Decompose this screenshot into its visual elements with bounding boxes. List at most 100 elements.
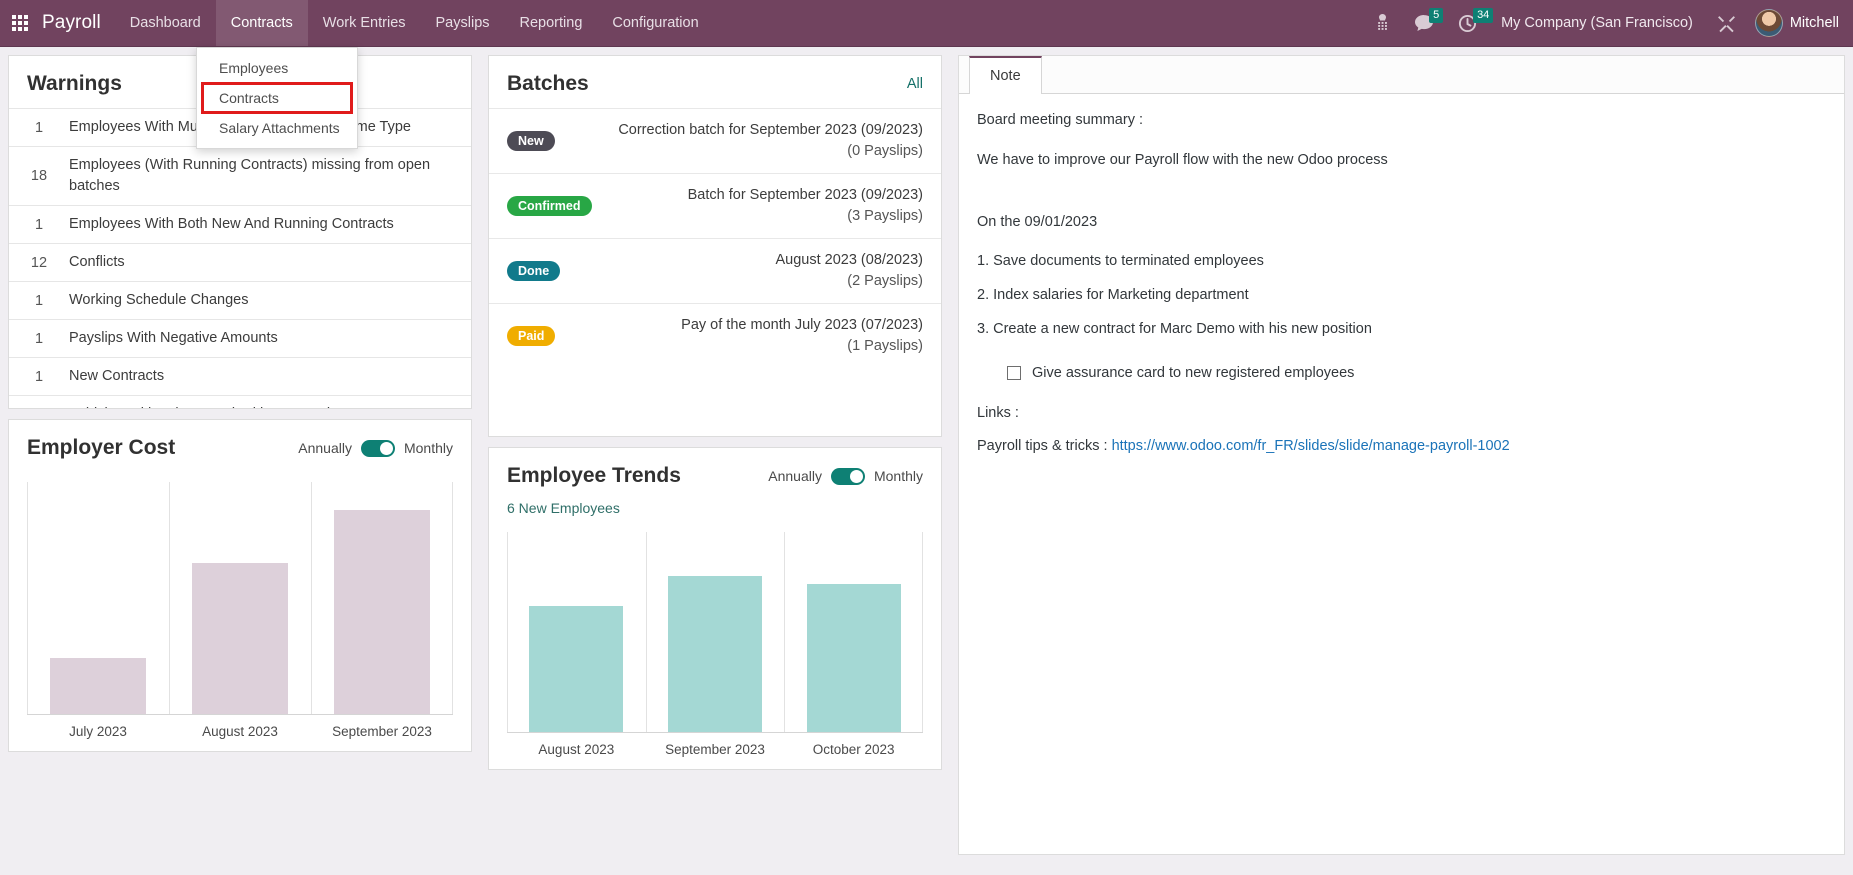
- batch-payslips: (3 Payslips): [847, 208, 923, 225]
- warning-row[interactable]: 1 New Contracts: [9, 357, 471, 395]
- board-column-middle: Batches All New Correction batch for Sep…: [480, 55, 950, 780]
- company-selector[interactable]: My Company (San Francisco): [1490, 15, 1704, 31]
- messages-badge: 5: [1429, 8, 1444, 23]
- employer-cost-card: Employer Cost Annually Monthly July 2023…: [8, 419, 472, 752]
- warning-count: 12: [30, 254, 48, 271]
- employer-cost-chart: [27, 482, 453, 714]
- new-employees-stat[interactable]: 6 New Employees: [489, 500, 941, 522]
- note-heading: Board meeting summary :: [977, 112, 1144, 128]
- app-brand[interactable]: Payroll: [40, 12, 115, 34]
- tab-note[interactable]: Note: [969, 56, 1042, 94]
- dropdown-item-salary-attachments[interactable]: Salary Attachments: [197, 114, 357, 142]
- chart-column[interactable]: [311, 482, 453, 714]
- x-tick-label: September 2023: [332, 724, 432, 739]
- assurance-card-checkbox-row[interactable]: Give assurance card to new registered em…: [1007, 365, 1826, 381]
- nav-item-reporting[interactable]: Reporting: [505, 0, 598, 46]
- note-item: 2. Index salaries for Marketing departme…: [977, 287, 1249, 303]
- phone-icon[interactable]: [1364, 0, 1401, 46]
- chart-column[interactable]: [169, 482, 311, 714]
- warning-row[interactable]: 2 Vehicles With Drivers And Without Runn…: [9, 395, 471, 408]
- toggle-label-annually: Annually: [768, 468, 822, 485]
- note-card: Note Board meeting summary : We have to …: [958, 55, 1845, 855]
- nav-item-dashboard[interactable]: Dashboard: [115, 0, 216, 46]
- nav-item-payslips[interactable]: Payslips: [421, 0, 505, 46]
- batch-row[interactable]: New Correction batch for September 2023 …: [489, 108, 941, 173]
- batch-info: Batch for September 2023 (09/2023) (3 Pa…: [688, 185, 923, 227]
- chart-bar[interactable]: [191, 563, 289, 714]
- chart-bar[interactable]: [529, 606, 624, 733]
- batch-info: Correction batch for September 2023 (09/…: [618, 120, 923, 162]
- user-menu[interactable]: Mitchell: [1749, 9, 1849, 37]
- warning-label: Conflicts: [69, 254, 125, 271]
- chat-bubble-icon[interactable]: 5: [1403, 0, 1445, 46]
- dropdown-item-contracts[interactable]: Contracts: [201, 82, 353, 114]
- note-body[interactable]: Board meeting summary : We have to impro…: [959, 94, 1844, 492]
- dashboard-board: Warnings 1 Employees With Multiple Paysl…: [0, 47, 1853, 875]
- employee-trends-chart: [507, 532, 923, 733]
- warning-row[interactable]: 1 Payslips With Negative Amounts: [9, 319, 471, 357]
- employer-cost-header: Employer Cost Annually Monthly: [9, 420, 471, 472]
- apps-grid-icon[interactable]: [0, 0, 40, 46]
- navbar-right: 5 34 My Company (San Francisco) Mitchell: [1364, 0, 1853, 46]
- x-tick-label: September 2023: [665, 742, 765, 758]
- x-tick-label: August 2023: [202, 724, 278, 739]
- nav-item-configuration[interactable]: Configuration: [597, 0, 713, 46]
- toggle-label-annually: Annually: [298, 440, 352, 456]
- warning-row[interactable]: 12 Conflicts: [9, 243, 471, 281]
- chart-column[interactable]: [507, 532, 646, 733]
- batch-payslips: (2 Payslips): [847, 273, 923, 290]
- warning-count: 1: [34, 330, 44, 347]
- board-column-left: Warnings 1 Employees With Multiple Paysl…: [0, 55, 480, 762]
- toggle-label-monthly: Monthly: [403, 440, 453, 456]
- employee-trends-title: Employee Trends: [507, 464, 681, 488]
- note-links-label: Links :: [977, 404, 1019, 421]
- warning-row[interactable]: 18 Employees (With Running Contracts) mi…: [9, 146, 471, 205]
- warnings-scroll-area[interactable]: 1 Employees With Multiple Payslips Of Th…: [9, 108, 471, 408]
- batch-row[interactable]: Paid Pay of the month July 2023 (07/2023…: [489, 303, 941, 368]
- clock-icon[interactable]: 34: [1447, 0, 1494, 46]
- batch-payslips: (1 Payslips): [847, 338, 923, 355]
- chart-column[interactable]: [27, 482, 169, 714]
- employer-cost-period-toggle[interactable]: Annually Monthly: [298, 439, 453, 457]
- batch-row[interactable]: Confirmed Batch for September 2023 (09/2…: [489, 173, 941, 238]
- checkbox-icon[interactable]: [1007, 365, 1021, 380]
- chart-bar[interactable]: [333, 509, 431, 714]
- period-switch[interactable]: [830, 467, 865, 485]
- batch-name: August 2023 (08/2023): [775, 252, 923, 269]
- warning-label: Employees With Both New And Running Cont…: [69, 216, 394, 233]
- period-switch[interactable]: [360, 439, 395, 457]
- dropdown-item-employees[interactable]: Employees: [197, 54, 357, 82]
- chart-bar[interactable]: [667, 576, 763, 733]
- employee-trends-card: Employee Trends Annually Monthly 6 New E…: [488, 447, 942, 771]
- warning-label: Employees (With Running Contracts) missi…: [69, 157, 431, 195]
- warning-row[interactable]: 1 Employees With Both New And Running Co…: [9, 205, 471, 243]
- warning-count: 1: [34, 292, 44, 309]
- warning-row[interactable]: 1 Working Schedule Changes: [9, 281, 471, 319]
- payroll-tips-link[interactable]: https://www.odoo.com/fr_FR/slides/slide/…: [1112, 438, 1510, 454]
- employee-trends-period-toggle[interactable]: Annually Monthly: [768, 467, 923, 485]
- batches-title: Batches: [507, 72, 589, 95]
- warning-label: Working Schedule Changes: [69, 292, 249, 309]
- employee-trends-header: Employee Trends Annually Monthly: [489, 448, 941, 500]
- nav-item-contracts[interactable]: Contracts: [215, 0, 308, 46]
- warning-count: 2: [9, 407, 69, 408]
- board-column-right: Note Board meeting summary : We have to …: [950, 55, 1853, 855]
- batches-card: Batches All New Correction batch for Sep…: [488, 55, 942, 438]
- note-item: 1. Save documents to terminated employee…: [977, 253, 1264, 270]
- wrench-icon[interactable]: [1706, 0, 1747, 46]
- chart-bar[interactable]: [49, 658, 147, 714]
- x-tick-label: July 2023: [69, 724, 127, 739]
- employer-cost-title: Employer Cost: [27, 436, 176, 459]
- batch-info: Pay of the month July 2023 (07/2023) (1 …: [681, 315, 923, 357]
- batches-all-link[interactable]: All: [907, 76, 923, 92]
- warning-count: 1: [34, 368, 44, 385]
- batch-row[interactable]: Done August 2023 (08/2023) (2 Payslips): [489, 238, 941, 303]
- status-badge: New: [507, 131, 555, 152]
- chart-column[interactable]: [784, 532, 923, 733]
- user-name: Mitchell: [1789, 15, 1839, 31]
- chart-column[interactable]: [645, 532, 785, 733]
- nav-item-work-entries[interactable]: Work Entries: [308, 0, 421, 46]
- chart-bar[interactable]: [806, 584, 901, 733]
- navbar-left: Payroll Dashboard Contracts Work Entries…: [0, 0, 714, 46]
- warning-label: Vehicles With Drivers And Without Runnin…: [69, 396, 419, 408]
